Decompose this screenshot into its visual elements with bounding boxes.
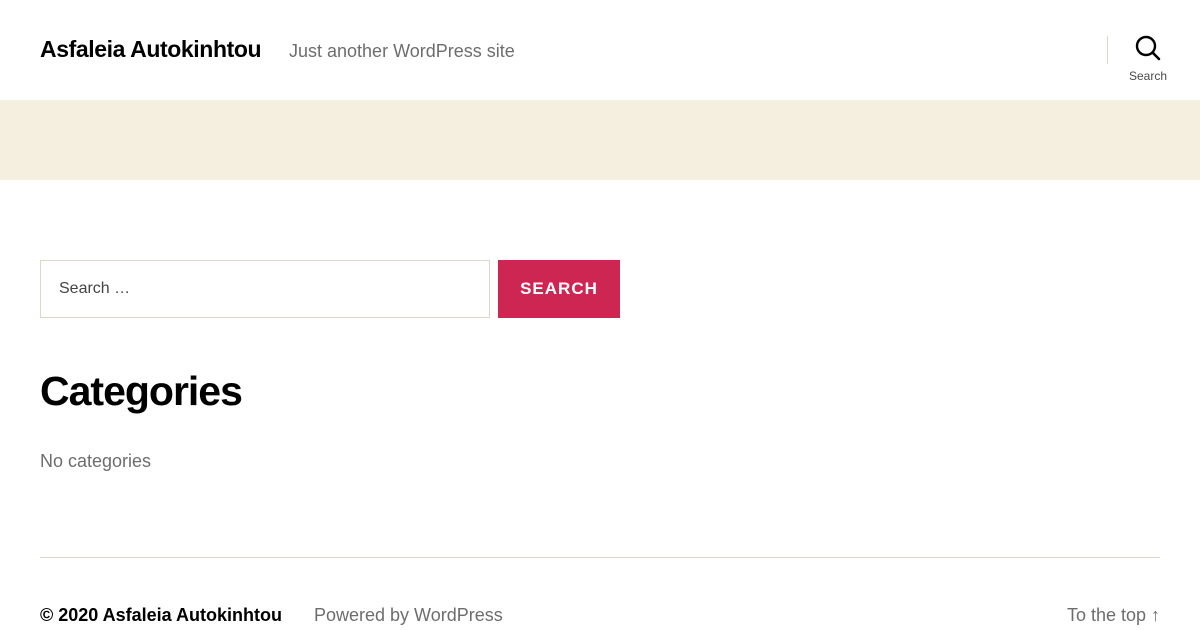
- footer-divider: [40, 557, 1160, 558]
- no-categories-text: No categories: [40, 451, 152, 471]
- site-tagline: Just another WordPress site: [289, 41, 515, 61]
- categories-heading: Categories: [40, 368, 243, 414]
- site-title[interactable]: Asfaleia Autokinhtou: [40, 36, 262, 63]
- powered-by-link[interactable]: Powered by WordPress: [314, 605, 503, 626]
- header-divider: [1107, 36, 1108, 64]
- search-toggle-label: Search: [1128, 69, 1168, 83]
- footer-copyright: © 2020 Asfaleia Autokinhtou: [40, 605, 282, 626]
- to-the-top-link[interactable]: To the top ↑: [1067, 605, 1160, 626]
- search-icon: [1135, 35, 1161, 61]
- search-input[interactable]: [40, 260, 490, 318]
- copyright-prefix: © 2020: [40, 605, 103, 625]
- search-form: Search: [40, 260, 620, 318]
- archive-header-band: [0, 100, 1200, 180]
- site-header: Asfaleia Autokinhtou Just another WordPr…: [0, 0, 1200, 100]
- search-toggle-button[interactable]: Search: [1118, 34, 1178, 88]
- search-submit-button[interactable]: Search: [498, 260, 620, 318]
- footer-site-link[interactable]: Asfaleia Autokinhtou: [103, 605, 282, 625]
